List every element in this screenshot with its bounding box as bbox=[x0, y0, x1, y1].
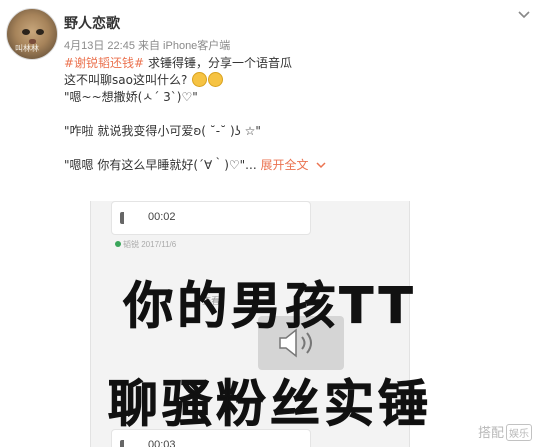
avatar-eye-right bbox=[36, 29, 44, 35]
avatar-eye-left bbox=[22, 29, 30, 35]
avatar-dot-icon bbox=[115, 241, 121, 247]
voice-duration: 00:02 bbox=[148, 211, 176, 223]
watermark-text: 搭配 bbox=[477, 426, 504, 441]
post-line-4: "咋啦 就说我变得小可爱ʚ( ˘-˘ )ʖ ☆" bbox=[64, 124, 261, 138]
post-line-2: 这不叫聊sao这叫什么? bbox=[64, 72, 534, 89]
voice-meta-text: 韬锐 2017/11/6 bbox=[123, 240, 177, 249]
speaker-icon bbox=[120, 212, 130, 224]
post-line-blank bbox=[64, 140, 534, 157]
avatar-caption: 叫林林 bbox=[15, 44, 39, 53]
emoji-icon bbox=[208, 72, 224, 87]
caption-line-1: 你的男孩TT bbox=[123, 277, 417, 336]
voice-message[interactable]: 00:02 bbox=[111, 201, 311, 235]
chevron-down-icon[interactable] bbox=[518, 6, 530, 22]
expand-button[interactable]: 展开全文 bbox=[260, 158, 308, 172]
post-line-1: #谢锐韬还钱# 求锤得锤，分享一个语音瓜 bbox=[64, 55, 534, 72]
watermark-badge: 娱乐 bbox=[506, 424, 532, 441]
voice-meta: 韬锐 2017/11/6 bbox=[115, 239, 176, 250]
post-text-2: 这不叫聊sao这叫什么? bbox=[64, 73, 188, 87]
hashtag-link[interactable]: #谢锐韬还钱# bbox=[64, 56, 144, 70]
voice-duration: 00:03 bbox=[148, 439, 176, 447]
post-content: #谢锐韬还钱# 求锤得锤，分享一个语音瓜 这不叫聊sao这叫什么? "嗯~~想撒… bbox=[64, 55, 534, 174]
speaker-icon bbox=[120, 440, 130, 447]
chevron-down-icon[interactable] bbox=[316, 158, 326, 172]
post-text-5: "嗯嗯 你有这么早睡就好(´∀｀)♡"... bbox=[64, 158, 257, 172]
post-line-blank bbox=[64, 106, 534, 123]
post-meta: 4月13日 22:45 来自 iPhone客户端 bbox=[64, 40, 231, 52]
emoji-icon bbox=[192, 72, 208, 87]
post-line-5: "嗯嗯 你有这么早睡就好(´∀｀)♡"... 展开全文 bbox=[64, 157, 534, 174]
watermark: 搭配 娱乐 bbox=[478, 422, 532, 441]
post-text-1: 求锤得锤，分享一个语音瓜 bbox=[144, 56, 292, 70]
username[interactable]: 野人恋歌 bbox=[64, 13, 120, 33]
caption-line-2: 聊骚粉丝实锤 bbox=[108, 375, 432, 434]
post-line-3: "嗯~~想撒娇(ㅅ´ 3`)♡" bbox=[64, 90, 198, 104]
avatar[interactable]: 叫林林 bbox=[6, 8, 58, 60]
